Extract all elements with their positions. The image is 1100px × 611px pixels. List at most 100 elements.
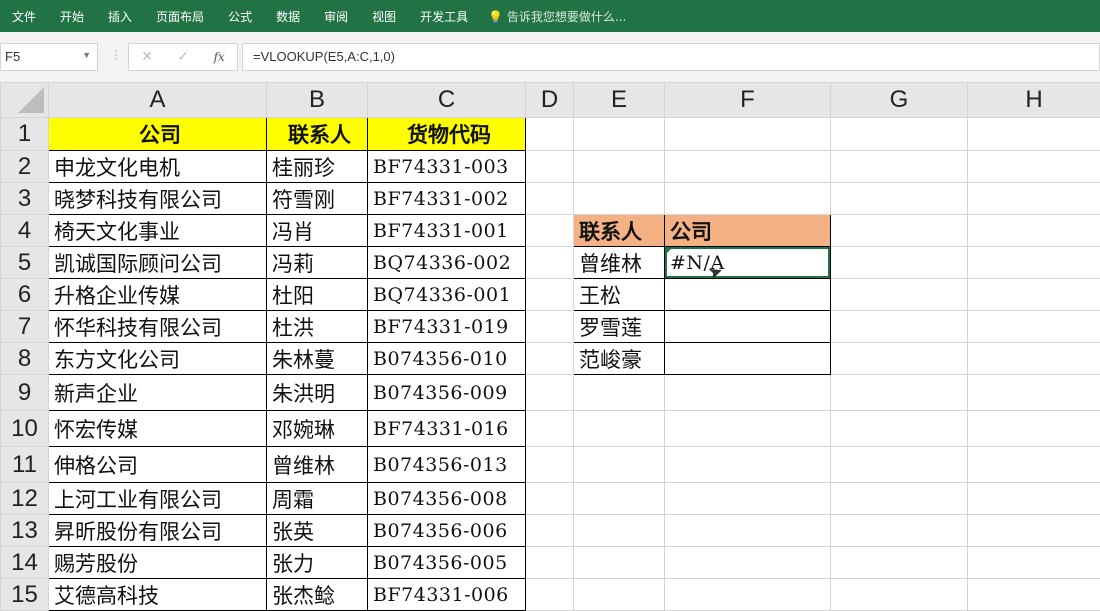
lookup-result-cell[interactable]	[665, 343, 831, 375]
company-cell[interactable]: 怀宏传媒	[49, 411, 267, 447]
tell-me-search[interactable]: 💡 告诉我您想要做什么...	[488, 8, 626, 25]
cell-D[interactable]	[526, 343, 574, 375]
company-cell[interactable]: 椅天文化事业	[49, 215, 267, 247]
code-cell[interactable]: BF74331-003	[368, 151, 526, 183]
cell-G[interactable]	[831, 483, 968, 515]
ribbon-tab[interactable]: 审阅	[312, 8, 360, 25]
cell-G[interactable]	[831, 279, 968, 311]
cell-G[interactable]	[831, 118, 968, 151]
row-header[interactable]: 4	[1, 215, 49, 247]
ribbon-tab[interactable]: 开始	[48, 8, 96, 25]
code-cell[interactable]: B074356-013	[368, 447, 526, 483]
cell-E[interactable]	[574, 515, 665, 547]
drag-handle-icon[interactable]: ⋮	[110, 48, 122, 62]
row-header[interactable]: 15	[1, 579, 49, 611]
ribbon-tab[interactable]: 插入	[96, 8, 144, 25]
row-header[interactable]: 10	[1, 411, 49, 447]
company-cell[interactable]: 艾德高科技	[49, 579, 267, 611]
lookup-result-cell[interactable]	[665, 279, 831, 311]
code-cell[interactable]: BQ74336-002	[368, 247, 526, 279]
header-cell[interactable]: 联系人	[267, 118, 368, 151]
ribbon-tab[interactable]: 开发工具	[408, 8, 480, 25]
row-header[interactable]: 8	[1, 343, 49, 375]
cell-D[interactable]	[526, 183, 574, 215]
cell-H[interactable]	[968, 183, 1100, 215]
cell-D[interactable]	[526, 375, 574, 411]
cancel-icon[interactable]: ✕	[141, 49, 153, 65]
code-cell[interactable]: BF74331-002	[368, 183, 526, 215]
error-indicator-icon[interactable]	[665, 249, 671, 255]
code-cell[interactable]: BQ74336-001	[368, 279, 526, 311]
company-cell[interactable]: 申龙文化电机	[49, 151, 267, 183]
cell-D[interactable]	[526, 579, 574, 611]
cell-G[interactable]	[831, 515, 968, 547]
cell-D[interactable]	[526, 151, 574, 183]
cell-G[interactable]	[831, 411, 968, 447]
row-header[interactable]: 6	[1, 279, 49, 311]
row-header[interactable]: 9	[1, 375, 49, 411]
cell-E[interactable]	[574, 375, 665, 411]
cell-G[interactable]	[831, 215, 968, 247]
contact-cell[interactable]: 邓婉琳	[267, 411, 368, 447]
cell-F[interactable]	[665, 483, 831, 515]
ribbon-tab[interactable]: 公式	[216, 8, 264, 25]
contact-cell[interactable]: 杜阳	[267, 279, 368, 311]
cell-E[interactable]	[574, 547, 665, 579]
contact-cell[interactable]: 符雪刚	[267, 183, 368, 215]
cell-E[interactable]	[574, 151, 665, 183]
code-cell[interactable]: BF74331-001	[368, 215, 526, 247]
cell-H[interactable]	[968, 343, 1100, 375]
ribbon-tab[interactable]: 页面布局	[144, 8, 216, 25]
cell-F[interactable]	[665, 183, 831, 215]
column-header-F[interactable]: F	[665, 83, 831, 118]
contact-cell[interactable]: 张力	[267, 547, 368, 579]
cell-H[interactable]	[968, 279, 1100, 311]
cell-E[interactable]	[574, 411, 665, 447]
cell-F[interactable]	[665, 118, 831, 151]
cell-D[interactable]	[526, 247, 574, 279]
code-cell[interactable]: B074356-008	[368, 483, 526, 515]
company-cell[interactable]: 新声企业	[49, 375, 267, 411]
company-cell[interactable]: 赐芳股份	[49, 547, 267, 579]
cell-H[interactable]	[968, 483, 1100, 515]
cell-F[interactable]	[665, 515, 831, 547]
contact-cell[interactable]: 朱洪明	[267, 375, 368, 411]
lookup-header-cell[interactable]: 联系人	[574, 215, 665, 247]
contact-cell[interactable]: 曾维林	[267, 447, 368, 483]
contact-cell[interactable]: 周霜	[267, 483, 368, 515]
ribbon-tab[interactable]: 数据	[264, 8, 312, 25]
company-cell[interactable]: 上河工业有限公司	[49, 483, 267, 515]
cell-F[interactable]	[665, 411, 831, 447]
enter-icon[interactable]: ✓	[177, 49, 189, 65]
column-header-C[interactable]: C	[368, 83, 526, 118]
cell-G[interactable]	[831, 447, 968, 483]
cell-D[interactable]	[526, 279, 574, 311]
company-cell[interactable]: 昇昕股份有限公司	[49, 515, 267, 547]
cell-H[interactable]	[968, 515, 1100, 547]
column-header-G[interactable]: G	[831, 83, 968, 118]
cell-D[interactable]	[526, 447, 574, 483]
cell-G[interactable]	[831, 343, 968, 375]
cell-F[interactable]	[665, 547, 831, 579]
contact-cell[interactable]: 杜洪	[267, 311, 368, 343]
header-cell[interactable]: 货物代码	[368, 118, 526, 151]
cell-H[interactable]	[968, 547, 1100, 579]
cell-E[interactable]	[574, 483, 665, 515]
ribbon-tab[interactable]: 视图	[360, 8, 408, 25]
row-header[interactable]: 13	[1, 515, 49, 547]
company-cell[interactable]: 伸格公司	[49, 447, 267, 483]
cell-H[interactable]	[968, 311, 1100, 343]
company-cell[interactable]: 晓梦科技有限公司	[49, 183, 267, 215]
code-cell[interactable]: BF74331-016	[368, 411, 526, 447]
cell-H[interactable]	[968, 215, 1100, 247]
code-cell[interactable]: B074356-010	[368, 343, 526, 375]
column-header-D[interactable]: D	[526, 83, 574, 118]
contact-cell[interactable]: 冯莉	[267, 247, 368, 279]
company-cell[interactable]: 怀华科技有限公司	[49, 311, 267, 343]
cell-H[interactable]	[968, 411, 1100, 447]
company-cell[interactable]: 凯诚国际顾问公司	[49, 247, 267, 279]
name-box[interactable]: F5▼	[0, 43, 98, 71]
cell-G[interactable]	[831, 247, 968, 279]
cell-H[interactable]	[968, 375, 1100, 411]
insert-function-icon[interactable]: fx	[214, 50, 225, 64]
